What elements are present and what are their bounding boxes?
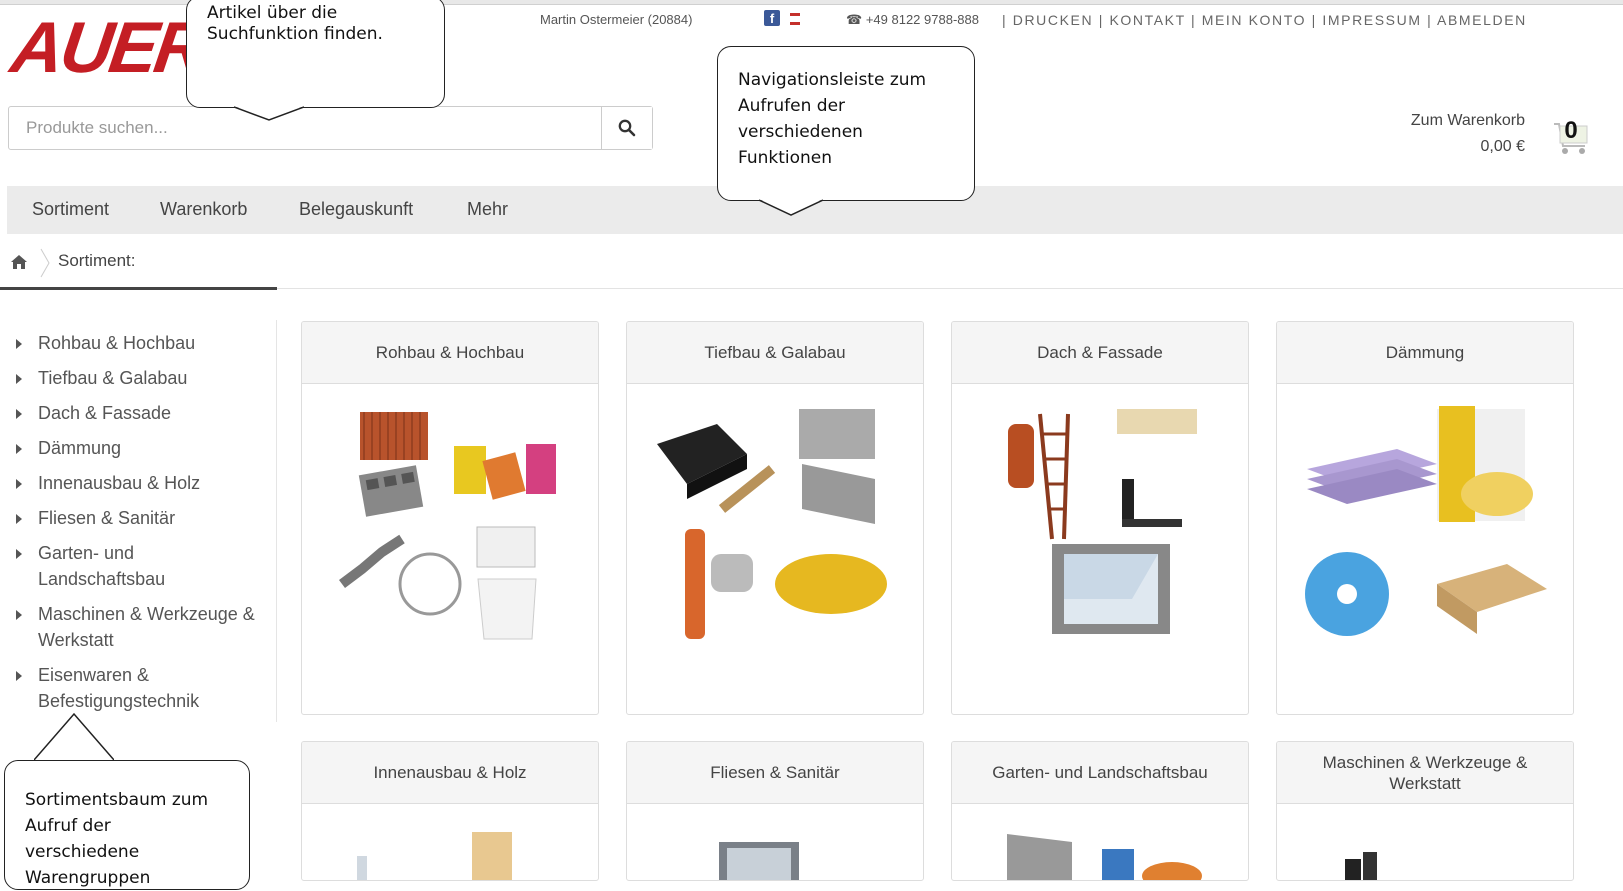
- breadcrumb-underline: [0, 287, 277, 290]
- tree-item-label: Dämmung: [38, 438, 122, 458]
- caret-right-icon: [16, 479, 22, 489]
- tree-item-dach[interactable]: Dach & Fassade: [12, 400, 277, 426]
- category-card-maschinen[interactable]: Maschinen & Werkzeuge & Werkstatt: [1276, 741, 1574, 881]
- card-title: Dämmung: [1277, 322, 1573, 384]
- tree-item-label: Maschinen & Werkzeuge & Werkstatt: [38, 604, 255, 650]
- caret-right-icon: [16, 671, 22, 681]
- category-card-dach[interactable]: Dach & Fassade: [951, 321, 1249, 715]
- cart-link[interactable]: Zum Warenkorb: [1360, 112, 1525, 130]
- card-title: Fliesen & Sanitär: [627, 742, 923, 804]
- category-card-tiefbau[interactable]: Tiefbau & Galabau: [626, 321, 924, 715]
- tree-item-eisenwaren[interactable]: Eisenwaren & Befestigungstechnik: [12, 662, 238, 714]
- cart-total: 0,00 €: [1480, 138, 1525, 155]
- category-card-innenausbau[interactable]: Innenausbau & Holz: [301, 741, 599, 881]
- card-image-garten: [952, 804, 1248, 880]
- phone-number: ☎ +49 8122 9788-888: [846, 12, 979, 28]
- card-title: Garten- und Landschaftsbau: [952, 742, 1248, 804]
- separator: |: [1311, 12, 1317, 28]
- link-mein-konto[interactable]: MEIN KONTO: [1202, 12, 1306, 28]
- callout-navigation: Navigationsleiste zum Aufrufen der versc…: [717, 46, 975, 220]
- link-kontakt[interactable]: KONTAKT: [1109, 12, 1185, 28]
- separator: |: [1427, 12, 1433, 28]
- card-title: Dach & Fassade: [952, 322, 1248, 384]
- nav-warenkorb[interactable]: Warenkorb: [160, 199, 247, 220]
- card-title: Rohbau & Hochbau: [302, 322, 598, 384]
- cart-count: 0: [1564, 117, 1578, 144]
- tree-item-label: Garten- und Landschaftsbau: [38, 543, 166, 589]
- youtube-icon[interactable]: ▬ ▬: [788, 9, 802, 28]
- separator: |: [1098, 12, 1104, 28]
- link-impressum[interactable]: IMPRESSUM: [1322, 12, 1421, 28]
- card-title: Tiefbau & Galabau: [627, 322, 923, 384]
- breadcrumb-separator: [40, 248, 50, 278]
- tree-item-label: Fliesen & Sanitär: [38, 508, 176, 528]
- card-image-innenausbau: [302, 804, 598, 880]
- caret-right-icon: [16, 444, 22, 454]
- separator: |: [1190, 12, 1197, 28]
- card-image-rohbau: [302, 384, 598, 714]
- card-image-maschinen: [1277, 804, 1573, 880]
- search-button[interactable]: [601, 107, 652, 149]
- nav-sortiment[interactable]: Sortiment: [32, 199, 109, 220]
- phone-text: +49 8122 9788-888: [865, 12, 979, 27]
- caret-right-icon: [16, 409, 22, 419]
- card-title: Innenausbau & Holz: [302, 742, 598, 804]
- caret-right-icon: [16, 339, 22, 349]
- callout-pointer: [759, 199, 823, 216]
- tree-item-innenausbau[interactable]: Innenausbau & Holz: [12, 470, 277, 496]
- nav-mehr[interactable]: Mehr: [467, 199, 508, 220]
- link-abmelden[interactable]: ABMELDEN: [1437, 12, 1527, 28]
- tree-item-maschinen[interactable]: Maschinen & Werkzeuge & Werkstatt: [12, 601, 277, 653]
- callout-text: Sortimentsbaum zum Aufruf der verschiede…: [4, 760, 250, 890]
- tree-item-label: Rohbau & Hochbau: [38, 333, 196, 353]
- callout-text: Navigationsleiste zum Aufrufen der versc…: [717, 46, 975, 201]
- tree-item-daemmung[interactable]: Dämmung: [12, 435, 277, 461]
- tree-item-tiefbau[interactable]: Tiefbau & Galabau: [12, 365, 277, 391]
- caret-right-icon: [16, 514, 22, 524]
- tree-item-rohbau[interactable]: Rohbau & Hochbau: [12, 330, 277, 356]
- caret-right-icon: [16, 610, 22, 620]
- nav-belegauskunft[interactable]: Belegauskunft: [299, 199, 413, 220]
- category-card-rohbau[interactable]: Rohbau & Hochbau: [301, 321, 599, 715]
- tree-item-garten[interactable]: Garten- und Landschaftsbau: [12, 540, 218, 592]
- callout-search: Artikel über die Suchfunktion finden.: [186, 0, 446, 122]
- user-name: Martin Ostermeier (20884): [540, 12, 693, 27]
- callout-pointer: [34, 712, 114, 762]
- breadcrumb-current: Sortiment:: [58, 251, 136, 270]
- top-links: | DRUCKEN | KONTAKT | MEIN KONTO | IMPRE…: [1002, 12, 1527, 28]
- separator: |: [1002, 12, 1008, 28]
- auer-logo[interactable]: AUER: [6, 8, 209, 88]
- category-card-fliesen[interactable]: Fliesen & Sanitär: [626, 741, 924, 881]
- facebook-icon[interactable]: f: [764, 10, 780, 26]
- tree-item-label: Eisenwaren & Befestigungstechnik: [38, 665, 200, 711]
- home-icon[interactable]: [10, 254, 28, 270]
- category-tree: Rohbau & Hochbau Tiefbau & Galabau Dach …: [12, 330, 277, 723]
- caret-right-icon: [16, 549, 22, 559]
- card-image-tiefbau: [627, 384, 923, 714]
- phone-icon: ☎: [846, 12, 863, 27]
- tree-item-label: Tiefbau & Galabau: [38, 368, 188, 388]
- callout-text: Artikel über die Suchfunktion finden.: [186, 0, 445, 108]
- card-image-dach: [952, 384, 1248, 714]
- sidebar-divider: [276, 320, 277, 722]
- search-icon: [618, 119, 636, 137]
- caret-right-icon: [16, 374, 22, 384]
- callout-pointer: [234, 106, 304, 121]
- card-image-daemmung: [1277, 384, 1573, 714]
- card-title: Maschinen & Werkzeuge & Werkstatt: [1277, 742, 1573, 804]
- tree-item-fliesen[interactable]: Fliesen & Sanitär: [12, 505, 277, 531]
- category-card-garten[interactable]: Garten- und Landschaftsbau: [951, 741, 1249, 881]
- card-image-fliesen: [627, 804, 923, 880]
- category-card-daemmung[interactable]: Dämmung: [1276, 321, 1574, 715]
- tree-item-label: Dach & Fassade: [38, 403, 172, 423]
- callout-tree: Sortimentsbaum zum Aufruf der verschiede…: [4, 712, 250, 890]
- link-drucken[interactable]: DRUCKEN: [1013, 12, 1093, 28]
- tree-item-label: Innenausbau & Holz: [38, 473, 201, 493]
